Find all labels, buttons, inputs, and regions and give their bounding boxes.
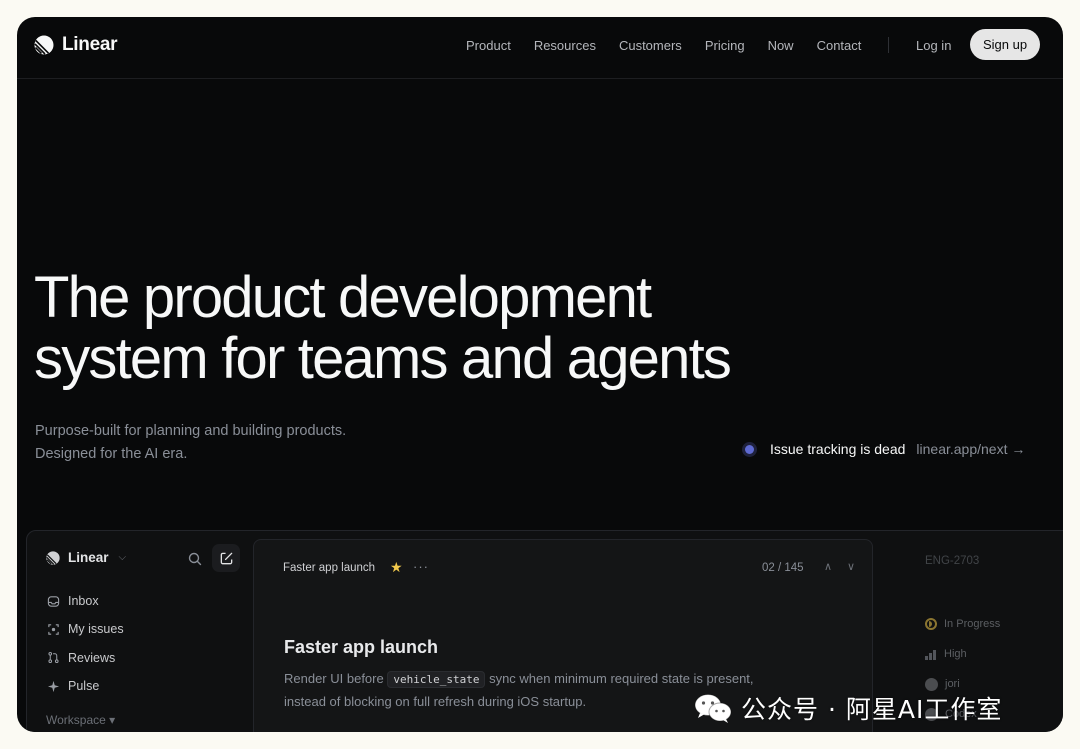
issue-counter: 02 / 145	[762, 562, 804, 574]
linear-logo-icon	[34, 35, 54, 55]
priority-property[interactable]: High	[925, 639, 1000, 669]
issue-id: ENG-2703	[925, 555, 980, 567]
status-property[interactable]: In Progress	[925, 609, 1000, 639]
sidebar-item-label: Inbox	[68, 594, 99, 609]
chevron-down-icon[interactable]: ∨	[847, 560, 855, 573]
hero-subtitle-line1: Purpose-built for planning and building …	[35, 423, 347, 439]
nav-link-pricing[interactable]: Pricing	[705, 38, 745, 53]
login-link[interactable]: Log in	[916, 38, 951, 53]
watermark: 公众号 · 阿星AI工作室	[693, 690, 1002, 726]
sidebar-item-label: Pulse	[68, 679, 100, 694]
assignee-value: jori	[945, 678, 960, 690]
sidebar-item-my-issues[interactable]: My issues	[47, 615, 124, 643]
inline-code: vehicle_state	[387, 671, 486, 688]
more-options-icon[interactable]: ···	[413, 559, 429, 574]
nav-links: Product Resources Customers Pricing Now …	[466, 38, 884, 53]
hero-subtitle: Purpose-built for planning and building …	[35, 420, 346, 466]
issue-desc-after: sync when minimum required state is pres…	[489, 671, 754, 686]
sidebar-item-label: My issues	[68, 622, 124, 637]
priority-high-icon	[925, 649, 937, 660]
top-nav: Linear Product Resources Customers Prici…	[17, 17, 1063, 79]
issue-desc-before: Render UI before	[284, 671, 384, 686]
hero-title-line2: system for teams and agents	[34, 326, 732, 391]
pulse-icon	[47, 680, 60, 692]
brand-name: Linear	[62, 34, 118, 55]
sidebar-section-workspace[interactable]: Workspace ▾	[46, 713, 115, 727]
issue-desc-line2: instead of blocking on full refresh duri…	[284, 694, 587, 709]
app-sidebar: Linear ⌵ Inbox My issues Reviews Pulse W…	[27, 531, 253, 732]
nav-link-product[interactable]: Product	[466, 38, 511, 53]
avatar	[925, 677, 938, 691]
wechat-icon	[694, 694, 732, 723]
promo-link[interactable]: linear.app/next →	[916, 441, 1025, 457]
status-value: In Progress	[944, 618, 1001, 630]
compose-button[interactable]	[212, 544, 240, 572]
watermark-text: 公众号 · 阿星AI工作室	[741, 695, 1003, 724]
nav-link-customers[interactable]: Customers	[619, 38, 682, 53]
linear-logo-icon	[46, 550, 60, 565]
workspace-switcher[interactable]: Linear ⌵	[46, 550, 126, 565]
nav-link-contact[interactable]: Contact	[817, 38, 862, 53]
compose-icon	[220, 552, 232, 564]
nav-divider	[888, 37, 889, 53]
hero-subtitle-line2: Designed for the AI era.	[35, 446, 188, 462]
nav-link-resources[interactable]: Resources	[534, 38, 596, 53]
my-issues-icon	[48, 624, 59, 635]
chevron-down-icon: ⌵	[118, 552, 127, 563]
search-icon[interactable]	[187, 551, 203, 567]
promo-banner[interactable]: Issue tracking is dead linear.app/next →	[745, 441, 1025, 457]
nav-link-now[interactable]: Now	[768, 38, 794, 53]
pull-request-icon	[48, 652, 59, 664]
issue-breadcrumb-title: Faster app launch	[283, 562, 376, 574]
chevron-up-icon[interactable]: ∧	[824, 560, 832, 573]
hero-title: The product development system for teams…	[34, 267, 834, 389]
sidebar-nav: Inbox My issues Reviews Pulse	[47, 587, 124, 700]
page-frame: Linear Product Resources Customers Prici…	[17, 17, 1063, 732]
inbox-icon	[47, 595, 60, 607]
workspace-name: Linear	[68, 550, 109, 565]
priority-value: High	[944, 648, 967, 660]
signup-button[interactable]: Sign up	[970, 29, 1040, 60]
promo-dot-icon	[745, 444, 754, 454]
sidebar-item-pulse[interactable]: Pulse	[47, 672, 124, 700]
sidebar-item-reviews[interactable]: Reviews	[47, 644, 124, 672]
sidebar-item-label: Reviews	[68, 650, 116, 665]
sidebar-item-inbox[interactable]: Inbox	[47, 587, 124, 615]
hero-title-line1: The product development	[34, 265, 652, 330]
star-icon[interactable]: ★	[390, 559, 403, 576]
issue-title[interactable]: Faster app launch	[284, 637, 438, 658]
in-progress-icon	[925, 618, 937, 630]
promo-text: Issue tracking is dead	[770, 441, 906, 457]
brand-logo[interactable]: Linear	[34, 34, 118, 56]
